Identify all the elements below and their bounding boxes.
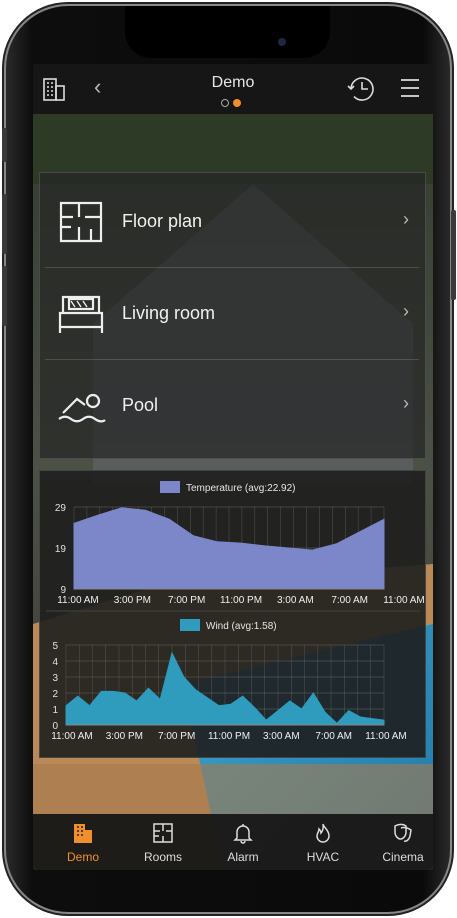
x-tick-label: 11:00 AM [51,731,93,742]
nav-item-rooms[interactable]: Rooms [123,814,203,870]
y-tick-label: 5 [52,641,58,652]
x-tick-label: 11:00 AM [383,595,425,606]
x-tick-label: 11:00 AM [57,595,99,606]
top-bar: ‹ Demo [33,64,433,114]
bed-icon [58,295,104,333]
legend-label: Wind (avg:1.58) [206,621,277,632]
app-screen: ‹ Demo Floor plan › Living room › Pool ›… [33,64,433,870]
x-tick-label: 7:00 PM [168,595,205,606]
y-tick-label: 3 [52,673,58,684]
x-tick-label: 3:00 PM [106,731,143,742]
x-tick-label: 3:00 AM [263,731,300,742]
legend-swatch [180,619,200,631]
nav-label: Alarm [227,850,259,864]
x-tick-label: 7:00 AM [331,595,368,606]
building-icon [74,824,92,843]
camera [278,38,286,46]
nav-item-hvac[interactable]: HVAC [283,814,363,870]
x-tick-label: 7:00 AM [315,731,352,742]
nav-label: HVAC [306,850,340,864]
nav-item-alarm[interactable]: Alarm [203,814,283,870]
y-tick-label: 1 [52,705,58,716]
chevron-right-icon: › [403,301,409,321]
nav-item-cinema[interactable]: Cinema [363,814,433,870]
legend-label: Temperature (avg:22.92) [186,483,296,494]
menu-item-living-room[interactable]: Living room › [45,271,419,360]
power-button [451,210,456,300]
menu-item-label: Floor plan [122,211,203,231]
clock-history-icon[interactable] [345,72,379,106]
nav-label: Rooms [143,850,182,864]
chevron-right-icon: › [403,209,409,229]
page-dot-active[interactable] [233,99,241,107]
menu-item-label: Pool [122,395,159,415]
charts-panel: Temperature (avg:22.92) 9 19 29 11:00 AM 3:00… [39,470,426,758]
x-tick-label: 3:00 AM [277,595,314,606]
room-menu: Floor plan › Living room › Pool › [39,172,426,459]
page-indicator[interactable] [221,99,241,107]
bottom-nav: Demo Rooms Alarm HVAC Cinema [33,814,433,870]
x-tick-label: 7:00 PM [158,731,195,742]
page-dot[interactable] [221,99,229,107]
swimmer-icon [58,393,106,423]
hamburger-icon[interactable] [399,76,421,100]
nav-item-demo[interactable]: Demo [43,814,123,870]
menu-item-floor-plan[interactable]: Floor plan › [45,179,419,268]
x-tick-label: 11:00 PM [220,595,262,606]
volume-down-button [2,266,7,326]
volume-up-button [2,194,7,254]
theater-masks-icon [394,823,412,842]
nav-label: Demo [66,850,99,864]
notch [125,6,330,58]
floor-plan-icon [153,823,173,843]
y-tick-label: 4 [52,657,58,668]
bell-icon [233,824,253,844]
x-tick-label: 3:00 PM [114,595,151,606]
legend-swatch [160,481,180,493]
y-tick-label: 19 [55,544,67,555]
flame-icon [316,823,330,843]
chevron-right-icon: › [403,393,409,413]
side-button [2,128,7,162]
x-tick-label: 11:00 PM [208,731,250,742]
floor-plan-icon [59,201,103,243]
x-tick-label: 11:00 AM [365,731,407,742]
menu-item-label: Living room [122,303,216,323]
y-tick-label: 2 [52,689,58,700]
charts-svg: Temperature (avg:22.92)9192911:00 AM 3:00… [46,481,425,742]
menu-item-pool[interactable]: Pool › [45,363,419,451]
y-tick-label: 29 [55,503,67,514]
nav-label: Cinema [382,850,424,864]
